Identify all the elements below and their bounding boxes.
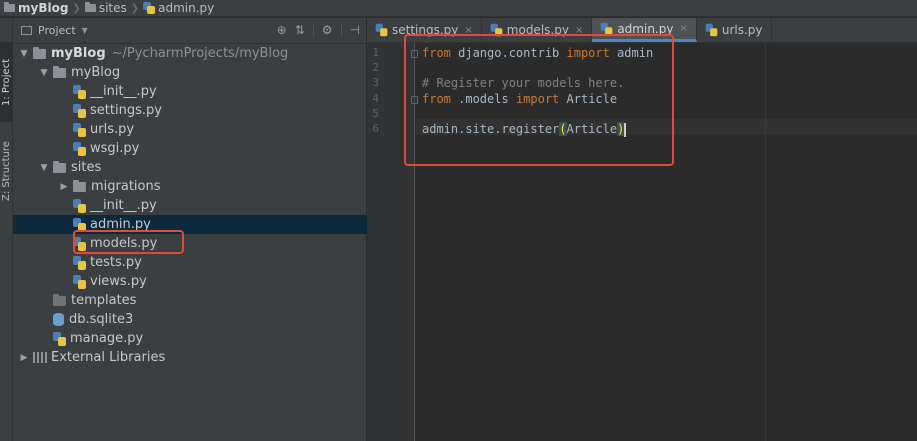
tree-item-label: manage.py: [70, 331, 144, 346]
folder-icon: [53, 160, 66, 173]
python-file-icon: [53, 331, 66, 346]
tree-item[interactable]: wsgi.py: [13, 139, 367, 158]
tree-item[interactable]: ▼ myBlog: [13, 63, 367, 82]
folder-icon: [53, 65, 66, 78]
python-file-icon: [73, 255, 86, 270]
tree-item-label: myBlog: [51, 46, 106, 61]
tree-item[interactable]: ▼ sites: [13, 158, 367, 177]
folder-icon: [84, 2, 96, 12]
folder-icon: [33, 46, 46, 59]
tree-item[interactable]: ▶ migrations: [13, 177, 367, 196]
panel-title: Project: [38, 24, 76, 37]
line-number: 6: [372, 122, 379, 135]
tree-item[interactable]: db.sqlite3: [13, 310, 367, 329]
python-file-icon: [73, 141, 86, 156]
tool-window-strip: 1: Project Z: Structure: [0, 18, 13, 441]
line-number: 1: [372, 46, 379, 59]
expand-arrow-icon[interactable]: ▼: [39, 68, 49, 78]
hide-panel-icon[interactable]: ⊣: [350, 23, 360, 37]
tree-item[interactable]: settings.py: [13, 101, 367, 120]
panel-toolbar: ⊕ ⇅ ⚙ ⊣: [277, 23, 360, 37]
editor-tab[interactable]: urls.py: [697, 18, 772, 42]
project-view-icon: [21, 26, 32, 35]
right-margin-guide: [765, 43, 766, 441]
tree-item-label: __init__.py: [90, 84, 157, 99]
tree-item[interactable]: __init__.py: [13, 82, 367, 101]
editor-area: settings.py × models.py × admin.py × urls.py 1…: [367, 18, 917, 441]
python-file-icon: [73, 122, 86, 137]
tree-item-label: External Libraries: [51, 350, 166, 365]
database-icon: [53, 313, 64, 326]
python-file-icon: [375, 23, 388, 37]
toolbar-divider: [312, 24, 314, 36]
project-path-hint: ~/PycharmProjects/myBlog: [111, 46, 289, 61]
tree-item[interactable]: admin.py: [13, 215, 367, 234]
tree-item-label: wsgi.py: [90, 141, 140, 156]
scroll-from-source-icon[interactable]: ⊕: [277, 23, 287, 37]
tree-item-label: db.sqlite3: [69, 312, 134, 327]
tree-item[interactable]: ▼ myBlog ~/PycharmProjects/myBlog: [13, 44, 367, 63]
tree-item[interactable]: ▶ External Libraries: [13, 348, 367, 367]
expand-arrow-icon[interactable]: ▼: [39, 163, 49, 173]
breadcrumb-project[interactable]: myBlog: [4, 1, 68, 15]
tree-item-label: urls.py: [90, 122, 135, 137]
line-number: 3: [372, 76, 379, 90]
breadcrumb-label: sites: [98, 1, 127, 15]
line-number: 5: [372, 106, 379, 120]
python-file-icon: [143, 2, 156, 14]
tree-item[interactable]: templates: [13, 291, 367, 310]
line-number: 4: [372, 91, 379, 105]
breadcrumb-label: admin.py: [158, 1, 215, 15]
breadcrumb-separator-icon: ❯: [72, 2, 81, 14]
python-file-icon: [705, 23, 718, 37]
navigation-bar: myBlog ❯ sites ❯ admin.py: [0, 0, 917, 17]
tree-item-label: migrations: [91, 179, 161, 194]
annotation-highlight-box: [404, 34, 674, 166]
tree-item-label: tests.py: [90, 255, 142, 270]
collapse-arrow-icon[interactable]: ▶: [19, 353, 29, 363]
folder-icon: [53, 293, 66, 306]
library-icon: [33, 352, 47, 363]
close-icon[interactable]: ×: [679, 23, 687, 34]
tree-item[interactable]: __init__.py: [13, 196, 367, 215]
tree-item[interactable]: tests.py: [13, 253, 367, 272]
tree-item[interactable]: models.py: [13, 234, 367, 253]
folder-icon: [4, 2, 15, 12]
collapse-arrow-icon[interactable]: ▶: [59, 182, 69, 192]
tree-item-label: sites: [71, 160, 102, 175]
toolbar-divider: [340, 24, 342, 36]
annotation-highlight-box: [73, 230, 184, 254]
breadcrumb-label: myBlog: [18, 1, 69, 15]
tool-tab-structure[interactable]: Z: Structure: [0, 130, 13, 212]
breadcrumb-separator-icon: ❯: [130, 2, 140, 14]
tree-item[interactable]: manage.py: [13, 329, 367, 348]
python-file-icon: [73, 274, 86, 289]
gear-icon[interactable]: ⚙: [322, 23, 333, 37]
chevron-down-icon[interactable]: ▼: [82, 26, 88, 35]
python-file-icon: [73, 84, 86, 99]
tree-item[interactable]: urls.py: [13, 120, 367, 139]
tree-item-label: templates: [71, 293, 137, 308]
tree-item-label: myBlog: [71, 65, 121, 80]
line-number: 2: [372, 61, 379, 75]
tool-tab-project[interactable]: 1: Project: [0, 42, 13, 122]
tree-item-label: __init__.py: [90, 198, 157, 213]
collapse-all-icon[interactable]: ⇅: [295, 23, 305, 37]
expand-arrow-icon[interactable]: ▼: [19, 49, 29, 59]
tree-item-label: settings.py: [90, 103, 162, 118]
editor-tab-label: urls.py: [721, 23, 763, 37]
folder-icon: [73, 179, 86, 192]
python-file-icon: [73, 103, 86, 118]
breadcrumb-sites[interactable]: sites: [84, 1, 127, 15]
python-file-icon: [600, 22, 613, 35]
tree-item-label: views.py: [90, 274, 147, 289]
tree-item[interactable]: views.py: [13, 272, 367, 291]
python-file-icon: [73, 198, 86, 213]
breadcrumb-file[interactable]: admin.py: [143, 1, 214, 15]
project-panel: Project ▼ ⊕ ⇅ ⚙ ⊣ ▼ myBlog ~/PycharmProjec…: [13, 18, 367, 441]
